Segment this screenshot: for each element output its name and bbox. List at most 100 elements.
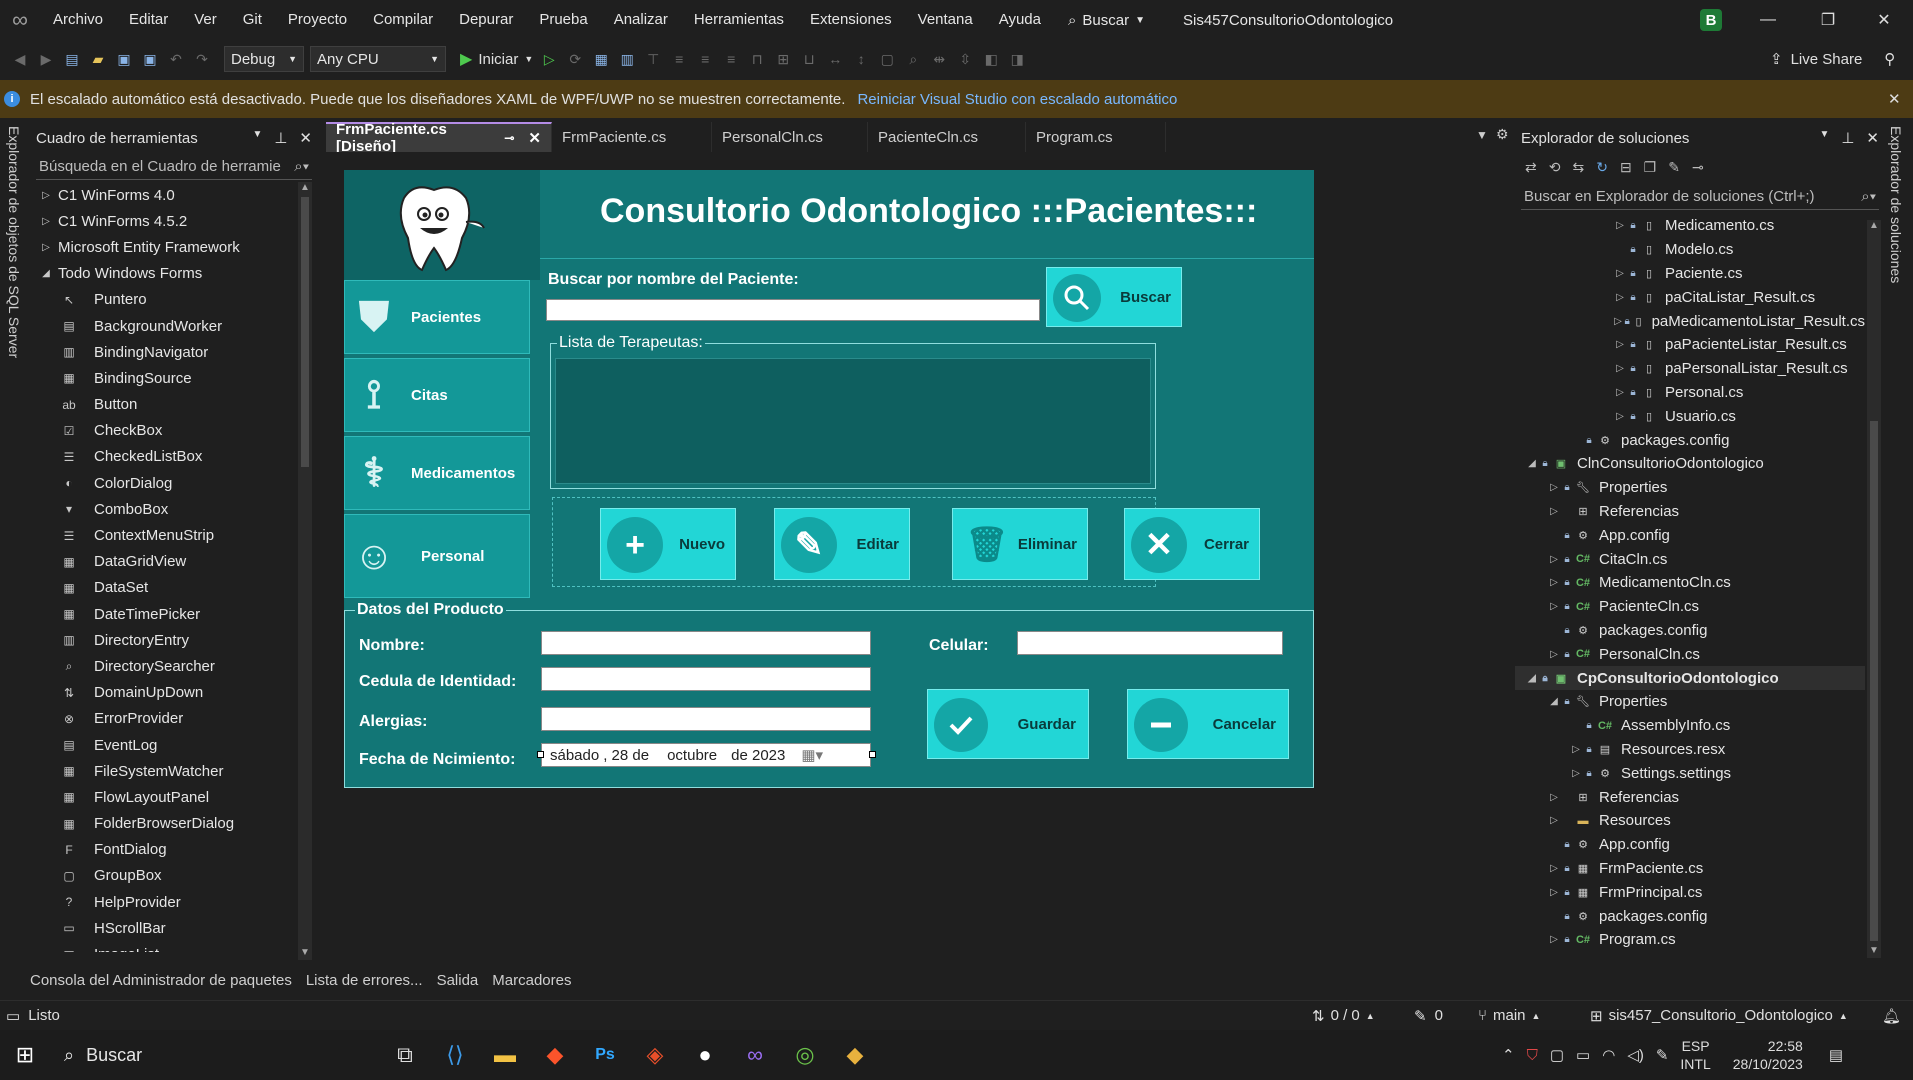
- notification-center-icon[interactable]: ▤: [1829, 1046, 1843, 1064]
- expand-arrow-icon[interactable]: ▷: [1547, 554, 1561, 565]
- android-studio-icon[interactable]: ◎: [780, 1030, 830, 1080]
- tree-item[interactable]: 🔒︎ ⚙ packages.config: [1515, 619, 1865, 643]
- toolbox-category[interactable]: ◢ Todo Windows Forms: [30, 261, 295, 287]
- document-tab[interactable]: Program.cs: [1026, 122, 1166, 152]
- layout-icon[interactable]: ▥: [617, 49, 637, 69]
- menu-item[interactable]: Ventana: [905, 0, 986, 40]
- name-input[interactable]: [541, 631, 871, 655]
- scroll-up-icon[interactable]: ▲: [298, 182, 312, 193]
- bottom-tab[interactable]: Salida: [437, 972, 479, 989]
- tree-item[interactable]: ▷ 🔒︎ ▯ Personal.cs: [1515, 381, 1865, 405]
- toolbox-item[interactable]: ☑ CheckBox: [30, 418, 295, 444]
- toolbox-item[interactable]: ▦ BindingSource: [30, 365, 295, 391]
- toolbox-item[interactable]: ? HelpProvider: [30, 889, 295, 915]
- close-icon[interactable]: ✕: [1888, 90, 1901, 108]
- tree-item[interactable]: ▷ 🔒︎ ▯ paPersonalListar_Result.cs: [1515, 357, 1865, 381]
- expand-arrow-icon[interactable]: ▷: [1547, 577, 1561, 588]
- toolbox-item[interactable]: ▦ DateTimePicker: [30, 601, 295, 627]
- tree-item[interactable]: ▷ 🔒︎ ▯ paPacienteListar_Result.cs: [1515, 333, 1865, 357]
- taskbar-search[interactable]: ⌕ Buscar: [50, 1030, 380, 1080]
- tree-item[interactable]: ◢ 🔒︎ ▣ ClnConsultorioOdontologico: [1515, 452, 1865, 476]
- menu-item[interactable]: Proyecto: [275, 0, 360, 40]
- cancel-button[interactable]: Cancelar: [1127, 689, 1289, 759]
- start-button[interactable]: ▶ Iniciar ▼: [460, 49, 533, 69]
- vscode-icon[interactable]: ⟨⟩: [430, 1030, 480, 1080]
- toolbox-search[interactable]: Búsqueda en el Cuadro de herramie ⌕▾: [36, 154, 312, 180]
- close-icon[interactable]: ✕: [299, 129, 312, 147]
- document-tab[interactable]: PacienteCln.cs: [868, 122, 1026, 152]
- live-share-button[interactable]: ⇪ Live Share ⚲: [1770, 40, 1895, 78]
- toolbox-item[interactable]: F FontDialog: [30, 837, 295, 863]
- battery-icon[interactable]: ▭: [1576, 1046, 1590, 1064]
- scroll-down-icon[interactable]: ▼: [298, 947, 312, 958]
- action-button[interactable]: 🗑︎ Eliminar: [952, 508, 1088, 580]
- zoom-icon[interactable]: ⌕: [903, 49, 923, 69]
- git-client-icon[interactable]: ◆: [830, 1030, 880, 1080]
- solution-explorer-tab[interactable]: Explorador de soluciones: [1888, 126, 1904, 283]
- pen-icon[interactable]: ✎: [1656, 1046, 1669, 1064]
- action-button[interactable]: + Nuevo: [600, 508, 736, 580]
- toolbox-item[interactable]: ☰ CheckedListBox: [30, 444, 295, 470]
- maximize-button[interactable]: ❐: [1800, 0, 1856, 40]
- save-icon[interactable]: ▣: [114, 49, 134, 69]
- same-height-icon[interactable]: ↕: [851, 49, 871, 69]
- toolbox-item[interactable]: ▦ DataGridView: [30, 549, 295, 575]
- solution-search[interactable]: Buscar en Explorador de soluciones (Ctrl…: [1521, 184, 1879, 210]
- visual-studio-icon[interactable]: ∞: [730, 1030, 780, 1080]
- branch-indicator[interactable]: ⑂ main ▲: [1478, 1007, 1540, 1024]
- menu-item[interactable]: Archivo: [40, 0, 116, 40]
- tree-item[interactable]: 🔒︎ ⚙ App.config: [1515, 833, 1865, 857]
- toolbox-item[interactable]: ▥ BindingNavigator: [30, 339, 295, 365]
- send-back-icon[interactable]: ◨: [1007, 49, 1027, 69]
- expand-arrow-icon[interactable]: ▷: [1569, 768, 1583, 779]
- align-center-icon[interactable]: ≡: [695, 49, 715, 69]
- tree-item[interactable]: 🔒︎ C# AssemblyInfo.cs: [1515, 714, 1865, 738]
- tree-item[interactable]: ▷ 🔒︎ 🔧︎ Properties: [1515, 476, 1865, 500]
- expand-arrow-icon[interactable]: ▷: [1613, 339, 1627, 350]
- allergies-input[interactable]: [541, 707, 871, 731]
- toolbox-item[interactable]: ▦ DataSet: [30, 575, 295, 601]
- side-button[interactable]: ⟟ Citas: [344, 358, 530, 432]
- action-button[interactable]: ✎ Editar: [774, 508, 910, 580]
- resize-handle[interactable]: [869, 751, 876, 758]
- close-tab-icon[interactable]: ✕: [528, 129, 541, 147]
- tree-item[interactable]: ▷ 🔒︎ ▦ FrmPrincipal.cs: [1515, 880, 1865, 904]
- toolbox-scrollbar[interactable]: ▲ ▼: [298, 182, 312, 960]
- tree-item[interactable]: ▷ 🔒︎ C# PacienteCln.cs: [1515, 595, 1865, 619]
- tree-item[interactable]: ▷ ▬ Resources: [1515, 809, 1865, 833]
- pin-icon[interactable]: ⊥: [1841, 129, 1854, 147]
- spacing-icon[interactable]: ⇹: [929, 49, 949, 69]
- toolbox-item[interactable]: ▦ FileSystemWatcher: [30, 758, 295, 784]
- repo-indicator[interactable]: ⊞ sis457_Consultorio_Odontologico ▲: [1590, 1007, 1848, 1025]
- wifi-icon[interactable]: ◠: [1602, 1046, 1615, 1064]
- volume-icon[interactable]: ◁): [1627, 1046, 1644, 1064]
- toolbox-item[interactable]: ▢ GroupBox: [30, 863, 295, 889]
- config-select[interactable]: Debug ▼: [224, 46, 304, 72]
- menu-item[interactable]: Depurar: [446, 0, 526, 40]
- toolbox-item[interactable]: ⇅ DomainUpDown: [30, 680, 295, 706]
- tree-item[interactable]: 🔒︎ ⚙ packages.config: [1515, 904, 1865, 928]
- expand-arrow-icon[interactable]: ▷: [1613, 411, 1627, 422]
- menu-item[interactable]: Herramientas: [681, 0, 797, 40]
- scroll-up-icon[interactable]: ▲: [1867, 220, 1881, 231]
- toolbox-item[interactable]: ▦ FlowLayoutPanel: [30, 784, 295, 810]
- tree-item[interactable]: ▷ 🔒︎ C# PersonalCln.cs: [1515, 642, 1865, 666]
- notifications-icon[interactable]: 🔔︎: [1882, 1007, 1901, 1025]
- document-tab[interactable]: PersonalCln.cs: [712, 122, 868, 152]
- bottom-tab[interactable]: Lista de errores...: [306, 972, 423, 989]
- expand-arrow-icon[interactable]: ▷: [1613, 363, 1627, 374]
- align-icon[interactable]: ⊤: [643, 49, 663, 69]
- chevron-up-icon[interactable]: ⌃: [1502, 1046, 1515, 1064]
- expand-arrow-icon[interactable]: ▷: [1613, 292, 1627, 303]
- document-tab[interactable]: FrmPaciente.cs: [552, 122, 712, 152]
- expand-arrow-icon[interactable]: ▷: [1547, 506, 1561, 517]
- expand-arrow-icon[interactable]: ▷: [1547, 887, 1561, 898]
- menu-item[interactable]: Ayuda: [986, 0, 1054, 40]
- file-explorer-icon[interactable]: ▬: [480, 1030, 530, 1080]
- document-tab[interactable]: FrmPaciente.cs [Diseño] ⊸ ✕: [326, 121, 552, 155]
- bottom-tab[interactable]: Marcadores: [492, 972, 571, 989]
- same-width-icon[interactable]: ↔: [825, 49, 845, 69]
- bring-front-icon[interactable]: ◧: [981, 49, 1001, 69]
- brave-icon[interactable]: ◆: [530, 1030, 580, 1080]
- scroll-down-icon[interactable]: ▼: [1867, 945, 1881, 956]
